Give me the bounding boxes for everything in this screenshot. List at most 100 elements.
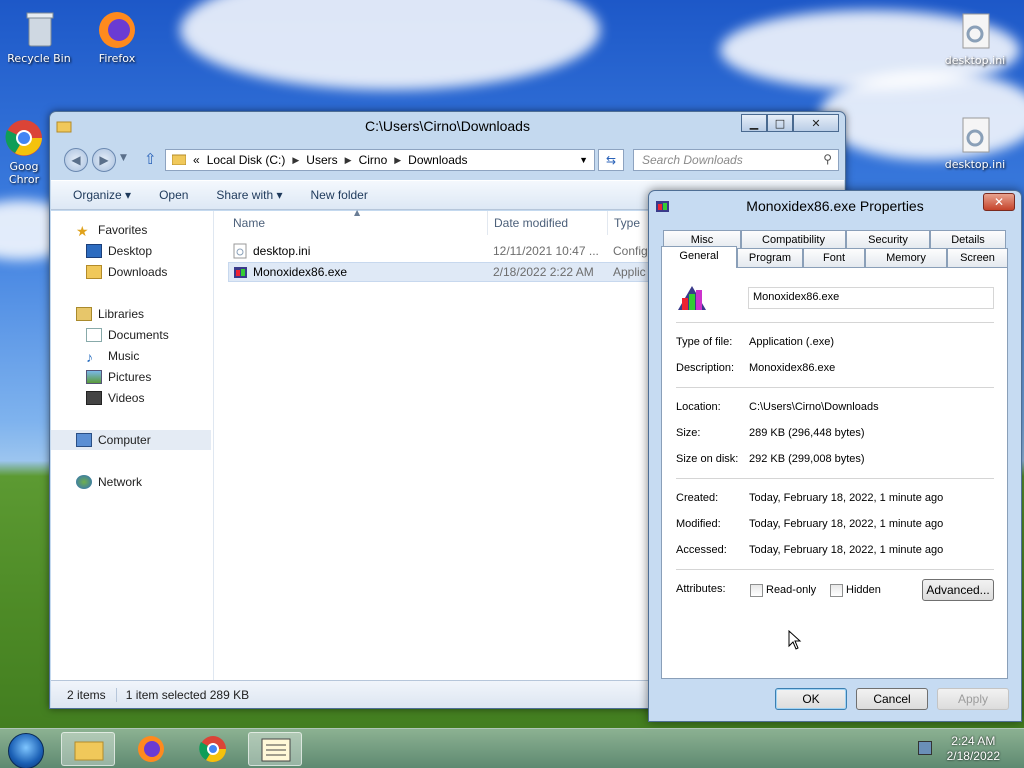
desktop-icon-recycle-bin[interactable]: Recycle Bin <box>4 8 74 65</box>
clock-date: 2/18/2022 <box>946 749 1000 763</box>
read-only-checkbox[interactable] <box>750 584 763 597</box>
chevron-right-icon[interactable]: ▶ <box>394 155 401 166</box>
documents-icon <box>86 328 102 342</box>
tab-security[interactable]: Security <box>846 230 930 249</box>
divider <box>676 569 994 570</box>
music-icon: ♪ <box>86 349 93 365</box>
advanced-button[interactable]: Advanced... <box>922 579 994 601</box>
folder-icon <box>171 153 187 168</box>
cancel-button[interactable]: Cancel <box>856 688 928 710</box>
desktop-icon-desktop-ini-2[interactable]: desktop.ini <box>940 114 1010 171</box>
nav-downloads[interactable]: Downloads <box>51 262 211 282</box>
ok-button[interactable]: OK <box>775 688 847 710</box>
taskbar-firefox[interactable] <box>124 732 178 766</box>
nav-label: Libraries <box>98 307 145 321</box>
nav-favorites[interactable]: ★ Favorites <box>51 220 211 240</box>
divider <box>676 387 994 388</box>
tab-memory[interactable]: Memory <box>865 248 947 267</box>
desktop-icon-firefox[interactable]: Firefox <box>82 8 152 65</box>
general-panel: Monoxidex86.exe Type of file: Applicatio… <box>661 267 1008 679</box>
chevron-right-icon[interactable]: ▶ <box>292 155 299 166</box>
nav-label: Network <box>98 475 143 489</box>
tab-compatibility[interactable]: Compatibility <box>741 230 846 249</box>
chevron-down-icon[interactable]: ▼ <box>579 155 588 165</box>
taskbar-explorer[interactable] <box>61 732 115 766</box>
downloads-folder-icon <box>86 265 102 279</box>
breadcrumb-users[interactable]: Users <box>306 153 337 167</box>
system-clock[interactable]: 2:24 AM 2/18/2022 <box>947 734 1000 764</box>
start-button[interactable] <box>8 733 44 768</box>
column-header-name[interactable]: Name <box>216 211 488 235</box>
nav-videos[interactable]: Videos <box>51 388 211 408</box>
desktop-icon-desktop-ini-1[interactable]: desktop.ini <box>940 10 1010 67</box>
column-header-date[interactable]: Date modified <box>488 211 608 235</box>
created-label: Created: <box>676 492 719 504</box>
nav-pictures[interactable]: Pictures <box>51 367 211 387</box>
nav-network[interactable]: Network <box>51 472 211 492</box>
breadcrumb-cirno[interactable]: Cirno <box>359 153 388 167</box>
accessed-value: Today, February 18, 2022, 1 minute ago <box>749 544 944 556</box>
nav-music[interactable]: ♪ Music <box>51 346 211 366</box>
network-tray-icon[interactable] <box>918 741 932 755</box>
filename-field[interactable]: Monoxidex86.exe <box>748 287 994 309</box>
tab-font[interactable]: Font <box>803 248 865 267</box>
pictures-icon <box>86 370 102 384</box>
search-icon[interactable]: ⚲ <box>823 152 832 166</box>
size-value: 289 KB (296,448 bytes) <box>749 427 865 439</box>
desktop-icon-chrome[interactable]: Goog Chror <box>0 116 52 186</box>
new-folder-button[interactable]: New folder <box>296 188 381 202</box>
file-row[interactable]: desktop.ini 12/11/2021 10:47 ... Config <box>228 241 698 261</box>
hidden-label[interactable]: Hidden <box>846 584 881 596</box>
read-only-label[interactable]: Read-only <box>766 584 816 596</box>
tab-screen[interactable]: Screen <box>947 248 1008 267</box>
folder-icon <box>74 741 104 761</box>
tab-program[interactable]: Program <box>737 248 803 267</box>
breadcrumb-downloads[interactable]: Downloads <box>408 153 467 167</box>
tab-details[interactable]: Details <box>930 230 1006 249</box>
mouse-cursor <box>788 629 802 653</box>
forward-button[interactable]: ▶ <box>92 148 116 172</box>
size-on-disk-label: Size on disk: <box>676 453 739 465</box>
caption-buttons: ▁ □ ✕ <box>741 114 839 132</box>
breadcrumb-local-disk[interactable]: Local Disk (C:) <box>207 153 286 167</box>
chevron-right-icon[interactable]: ▶ <box>345 155 352 166</box>
nav-computer[interactable]: Computer <box>51 430 211 450</box>
minimize-button[interactable]: ▁ <box>741 114 767 132</box>
navigation-pane: ★ Favorites Desktop Downloads Libraries … <box>51 211 214 680</box>
sort-arrow-icon: ▲ <box>354 208 361 217</box>
dialog-title: Monoxidex86.exe Properties <box>746 198 924 214</box>
size-on-disk-value: 292 KB (299,008 bytes) <box>749 453 865 465</box>
file-date: 2/18/2022 2:22 AM <box>493 265 594 279</box>
star-icon: ★ <box>76 223 89 239</box>
hidden-checkbox[interactable] <box>830 584 843 597</box>
file-date: 12/11/2021 10:47 ... <box>493 244 599 258</box>
nav-label: Documents <box>108 328 169 342</box>
nav-desktop[interactable]: Desktop <box>51 241 211 261</box>
address-bar[interactable]: « Local Disk (C:) ▶ Users ▶ Cirno ▶ Down… <box>165 149 595 171</box>
share-with-button[interactable]: Share with ▾ <box>202 188 296 202</box>
breadcrumb-overflow[interactable]: « <box>193 153 200 167</box>
recent-pages-icon[interactable]: ▼ <box>120 153 127 163</box>
up-arrow-icon[interactable]: ⇧ <box>144 150 157 168</box>
settings-file-icon <box>233 243 247 262</box>
item-count: 2 items <box>51 687 117 702</box>
search-input[interactable]: Search Downloads ⚲ <box>633 149 839 171</box>
nav-label: Favorites <box>98 223 148 237</box>
recycle-bin-icon <box>17 8 61 48</box>
taskbar-properties[interactable] <box>248 732 302 766</box>
tab-general[interactable]: General <box>661 246 737 268</box>
taskbar-chrome[interactable] <box>186 732 240 766</box>
close-button[interactable]: ✕ <box>983 193 1015 211</box>
settings-file-icon <box>953 114 997 154</box>
nav-libraries[interactable]: Libraries <box>51 304 211 324</box>
back-button[interactable]: ◀ <box>64 148 88 172</box>
refresh-button[interactable]: ⇆ <box>598 149 624 171</box>
close-button[interactable]: ✕ <box>793 114 839 132</box>
file-row-selected[interactable]: Monoxidex86.exe 2/18/2022 2:22 AM Applic <box>228 262 698 282</box>
organize-button[interactable]: Organize ▾ <box>51 188 145 202</box>
cloud <box>180 0 600 90</box>
open-button[interactable]: Open <box>145 188 202 202</box>
nav-documents[interactable]: Documents <box>51 325 211 345</box>
maximize-button[interactable]: □ <box>767 114 793 132</box>
apply-button[interactable]: Apply <box>937 688 1009 710</box>
